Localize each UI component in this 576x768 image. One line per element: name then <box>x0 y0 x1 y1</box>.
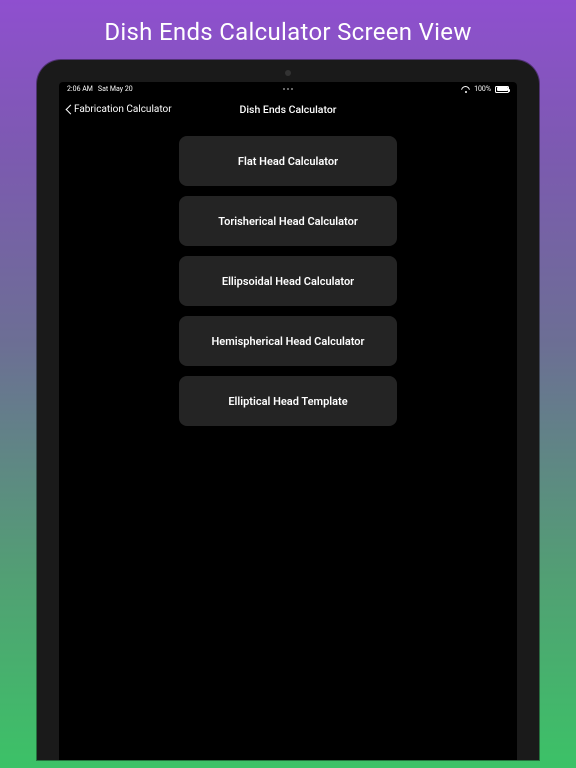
promo-title: Dish Ends Calculator Screen View <box>104 18 471 46</box>
wifi-icon <box>461 86 470 93</box>
menu-item-label: Ellipsoidal Head Calculator <box>222 275 354 288</box>
status-time: 2:06 AM <box>67 85 93 93</box>
battery-percent: 100% <box>474 85 491 93</box>
menu-item-ellipsoidal-head[interactable]: Ellipsoidal Head Calculator <box>179 256 397 306</box>
status-date: Sat May 20 <box>98 85 133 93</box>
menu-item-label: Elliptical Head Template <box>228 395 347 408</box>
status-right: 100% <box>461 85 509 93</box>
chevron-left-icon <box>65 104 72 115</box>
status-bar: 2:06 AM Sat May 20 100% <box>59 82 517 96</box>
menu-item-label: Hemispherical Head Calculator <box>212 335 365 348</box>
battery-icon <box>495 86 509 93</box>
device-screen: 2:06 AM Sat May 20 100% Fabrication Calc… <box>59 82 517 760</box>
menu-item-label: Torisherical Head Calculator <box>218 215 358 228</box>
back-label: Fabrication Calculator <box>74 104 172 115</box>
menu-list: Flat Head Calculator Torisherical Head C… <box>59 122 517 760</box>
menu-item-hemispherical-head[interactable]: Hemispherical Head Calculator <box>179 316 397 366</box>
back-button[interactable]: Fabrication Calculator <box>65 104 172 115</box>
menu-item-flat-head[interactable]: Flat Head Calculator <box>179 136 397 186</box>
nav-bar: Fabrication Calculator Dish Ends Calcula… <box>59 96 517 122</box>
menu-item-torispherical-head[interactable]: Torisherical Head Calculator <box>179 196 397 246</box>
status-left: 2:06 AM Sat May 20 <box>67 85 133 93</box>
menu-item-label: Flat Head Calculator <box>238 155 338 168</box>
device-frame: 2:06 AM Sat May 20 100% Fabrication Calc… <box>37 60 539 760</box>
menu-item-elliptical-template[interactable]: Elliptical Head Template <box>179 376 397 426</box>
status-center-dots <box>283 88 293 90</box>
page-title: Dish Ends Calculator <box>240 103 337 116</box>
device-camera <box>285 70 291 76</box>
